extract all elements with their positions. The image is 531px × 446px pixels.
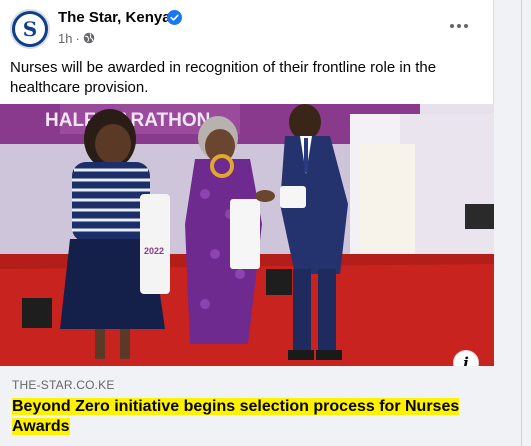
meta-separator: ·: [75, 30, 80, 46]
link-preview[interactable]: THE-STAR.CO.KE Beyond Zero initiative be…: [0, 366, 494, 446]
post-header: S The Star, Kenya 1h ·: [0, 0, 494, 54]
page-name-link[interactable]: The Star, Kenya: [58, 9, 171, 26]
photo-illustration: HALF MARATHON 2022: [0, 104, 494, 366]
link-title[interactable]: Beyond Zero initiative begins selection …: [12, 397, 482, 437]
post-card: S The Star, Kenya 1h · Nurses will be aw…: [0, 0, 494, 446]
post-meta: 1h ·: [58, 30, 95, 46]
post-timestamp[interactable]: 1h: [58, 31, 72, 46]
page-avatar[interactable]: S: [10, 9, 50, 49]
post-photo[interactable]: HALF MARATHON 2022 i: [0, 104, 494, 366]
avatar-logo: S: [15, 14, 45, 44]
gutter-divider: [521, 0, 522, 446]
link-title-text: Beyond Zero initiative begins selection …: [12, 398, 460, 435]
more-options-icon[interactable]: [444, 12, 474, 40]
verified-badge-icon: [167, 10, 182, 25]
feed-right-gutter: [495, 0, 531, 446]
bag-tag-text: 2022: [144, 246, 164, 256]
more-dot: [464, 24, 468, 28]
globe-icon[interactable]: [83, 32, 95, 44]
link-domain: THE-STAR.CO.KE: [12, 378, 115, 392]
post-body-text: Nurses will be awarded in recognition of…: [10, 59, 437, 96]
more-dot: [457, 24, 461, 28]
more-dot: [450, 24, 454, 28]
